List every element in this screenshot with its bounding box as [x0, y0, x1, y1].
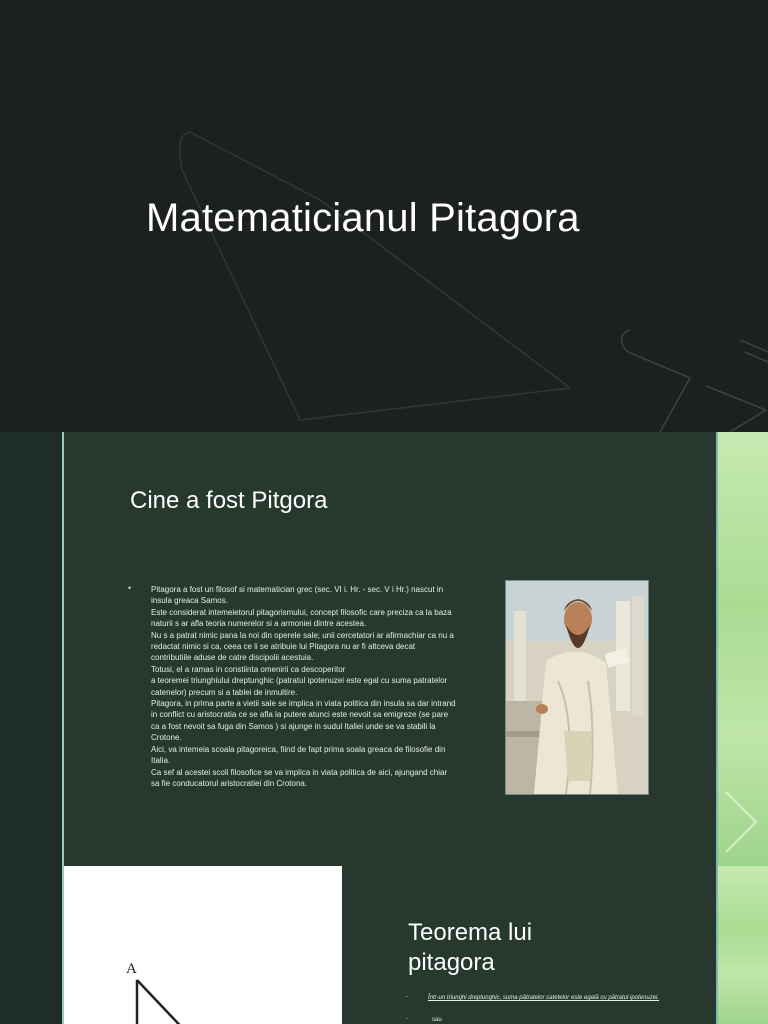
bullet-marker: -	[406, 1016, 408, 1022]
green-side-panel	[716, 866, 768, 1024]
biography-text: Pitagora a fost un filosof si matematici…	[151, 585, 456, 788]
rail-divider	[62, 432, 64, 866]
green-side-panel	[716, 432, 768, 866]
right-triangle-diagram	[135, 979, 181, 1024]
theorem-slide: A Teorema lui pitagora - Într-un triungh…	[0, 866, 768, 1024]
slide-title: Matematicianul Pitagora	[146, 196, 580, 240]
bullet-marker: •	[128, 583, 132, 593]
left-rail	[0, 866, 62, 1024]
slide-heading: Teorema lui pitagora	[408, 919, 533, 976]
right-divider	[716, 432, 718, 866]
slide-heading: Cine a fost Pitgora	[130, 487, 328, 514]
biography-slide: Cine a fost Pitgora • Pitagora a fost un…	[0, 432, 768, 866]
theorem-note: sau	[432, 1017, 442, 1023]
title-slide: Matematicianul Pitagora	[0, 0, 768, 432]
pythagoras-portrait	[505, 580, 649, 795]
chevron-decoration	[725, 791, 758, 853]
bullet-marker: -	[406, 994, 408, 1000]
left-rail	[0, 432, 62, 866]
theorem-statement: Într-un triunghi dreptunghic, suma pătra…	[428, 995, 660, 1001]
right-divider	[716, 866, 718, 1024]
